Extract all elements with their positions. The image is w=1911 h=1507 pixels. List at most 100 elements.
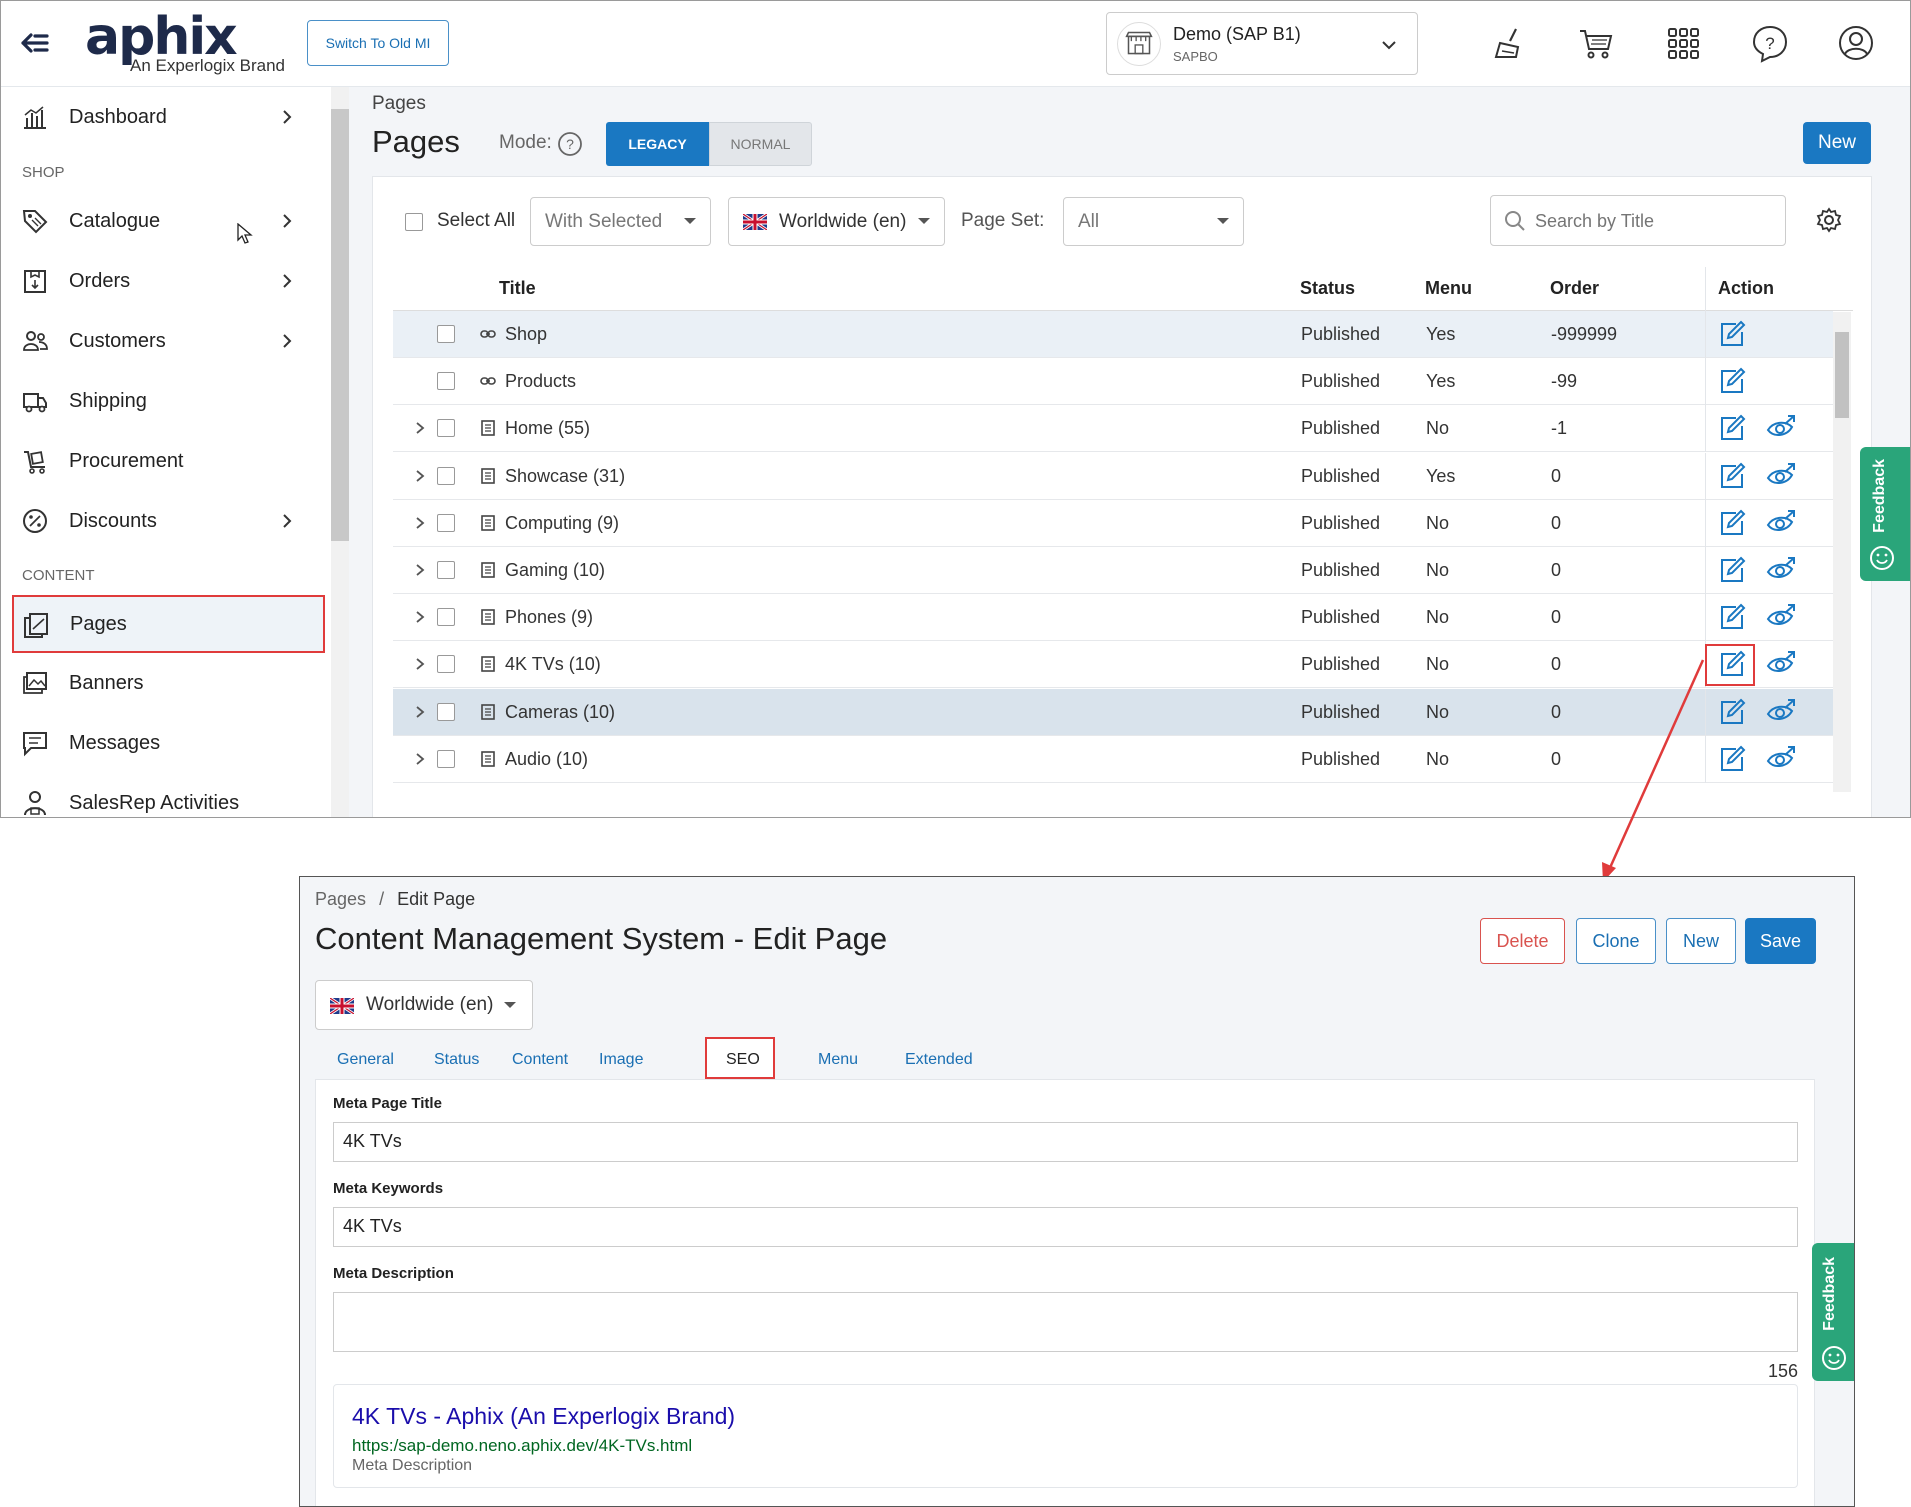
sidebar-item-messages[interactable]: Messages (13, 715, 323, 771)
edit-icon[interactable] (1718, 320, 1746, 348)
mode-normal-toggle[interactable]: NORMAL (709, 122, 812, 166)
chevron-right-icon[interactable] (413, 704, 427, 720)
row-checkbox[interactable] (437, 372, 455, 391)
column-header-status[interactable]: Status (1300, 278, 1355, 299)
region-dropdown[interactable]: Worldwide (en) (728, 197, 945, 246)
with-selected-dropdown[interactable]: With Selected (530, 197, 711, 246)
view-page-icon[interactable] (1766, 556, 1796, 584)
row-title[interactable]: 4K TVs (10) (505, 654, 601, 675)
new-page-button[interactable]: New (1803, 122, 1871, 164)
company-selector[interactable]: Demo (SAP B1) SAPBO (1106, 12, 1418, 75)
edit-icon[interactable] (1718, 462, 1746, 490)
chevron-right-icon[interactable] (413, 751, 427, 767)
meta-description-textarea[interactable] (333, 1292, 1798, 1352)
row-checkbox[interactable] (437, 702, 455, 721)
table-row[interactable]: Showcase (31) Published Yes 0 (393, 452, 1833, 500)
edit-icon[interactable] (1718, 556, 1746, 584)
chevron-right-icon[interactable] (413, 656, 427, 672)
column-header-menu[interactable]: Menu (1425, 278, 1472, 299)
row-title[interactable]: Cameras (10) (505, 702, 615, 723)
sidebar-scrollbar[interactable] (331, 87, 349, 817)
row-checkbox[interactable] (437, 466, 455, 485)
tab-extended[interactable]: Extended (905, 1051, 973, 1069)
tab-general[interactable]: General (337, 1051, 394, 1069)
row-title[interactable]: Showcase (31) (505, 466, 625, 487)
breadcrumb[interactable]: Pages (372, 93, 426, 115)
row-checkbox[interactable] (437, 325, 455, 343)
cart-icon[interactable] (1576, 23, 1616, 63)
row-checkbox[interactable] (437, 655, 455, 674)
select-all-checkbox[interactable] (405, 213, 423, 231)
row-title[interactable]: Phones (9) (505, 607, 593, 628)
chevron-right-icon[interactable] (413, 468, 427, 484)
table-row[interactable]: Audio (10) Published No 0 (393, 735, 1833, 783)
sidebar-item-catalogue[interactable]: Catalogue (13, 193, 323, 249)
row-title[interactable]: Home (55) (505, 418, 590, 439)
view-page-icon[interactable] (1766, 462, 1796, 490)
view-page-icon[interactable] (1766, 698, 1796, 726)
switch-old-mi-button[interactable]: Switch To Old MI (307, 20, 449, 66)
view-page-icon[interactable] (1766, 509, 1796, 537)
gear-icon[interactable] (1815, 206, 1843, 234)
sidebar-item-shipping[interactable]: Shipping (13, 373, 323, 429)
edit-icon[interactable] (1718, 509, 1746, 537)
edit-icon[interactable] (1718, 367, 1746, 395)
table-row[interactable]: Shop Published Yes -999999 (393, 311, 1833, 358)
apps-grid-icon[interactable] (1663, 23, 1703, 63)
table-row[interactable]: Gaming (10) Published No 0 (393, 547, 1833, 594)
region-dropdown[interactable]: Worldwide (en) (315, 980, 533, 1030)
broom-icon[interactable] (1490, 23, 1530, 63)
row-checkbox[interactable] (437, 419, 455, 438)
help-icon[interactable]: ? (1750, 23, 1790, 63)
select-all-label[interactable]: Select All (437, 210, 515, 232)
breadcrumb-root[interactable]: Pages (315, 889, 366, 909)
edit-icon[interactable] (1718, 603, 1746, 631)
row-checkbox[interactable] (437, 513, 455, 532)
tab-content[interactable]: Content (512, 1051, 568, 1069)
row-checkbox[interactable] (437, 608, 455, 627)
page-set-dropdown[interactable]: All (1063, 197, 1244, 246)
edit-icon[interactable] (1718, 698, 1746, 726)
feedback-tab[interactable]: Feedback (1860, 447, 1910, 581)
sidebar-item-banners[interactable]: Banners (13, 655, 323, 711)
table-row[interactable]: Computing (9) Published No 0 (393, 499, 1833, 547)
sidebar-item-pages[interactable]: Pages (12, 595, 325, 653)
clone-button[interactable]: Clone (1576, 918, 1656, 964)
meta-title-input[interactable]: 4K TVs (333, 1122, 1798, 1162)
scrollbar-thumb[interactable] (331, 109, 349, 541)
search-input[interactable] (1535, 206, 1775, 236)
chevron-right-icon[interactable] (413, 515, 427, 531)
new-button[interactable]: New (1666, 918, 1736, 964)
search-box[interactable] (1490, 195, 1786, 246)
column-header-order[interactable]: Order (1550, 278, 1599, 299)
table-scrollbar[interactable] (1833, 312, 1851, 792)
chevron-right-icon[interactable] (413, 562, 427, 578)
tab-menu[interactable]: Menu (818, 1051, 858, 1069)
back-arrow-icon[interactable] (17, 25, 53, 61)
table-row[interactable]: Products Published Yes -99 (393, 358, 1833, 406)
sidebar-item-discounts[interactable]: Discounts (13, 493, 323, 549)
table-row[interactable]: Phones (9) Published No 0 (393, 594, 1833, 642)
sidebar-item-dashboard[interactable]: Dashboard (13, 89, 323, 145)
table-row[interactable]: Cameras (10) Published No 0 (393, 688, 1833, 736)
chevron-right-icon[interactable] (413, 609, 427, 625)
edit-icon[interactable] (1718, 414, 1746, 442)
user-icon[interactable] (1836, 23, 1876, 63)
sidebar-item-salesrep-activities[interactable]: SalesRep Activities (13, 775, 323, 817)
view-page-icon[interactable] (1766, 745, 1796, 773)
column-header-title[interactable]: Title (499, 278, 536, 299)
chevron-right-icon[interactable] (413, 420, 427, 436)
delete-button[interactable]: Delete (1480, 918, 1565, 964)
view-page-icon[interactable] (1766, 603, 1796, 631)
feedback-tab[interactable]: Feedback (1812, 1243, 1854, 1381)
meta-keywords-input[interactable]: 4K TVs (333, 1207, 1798, 1247)
row-title[interactable]: Computing (9) (505, 513, 619, 534)
row-checkbox[interactable] (437, 749, 455, 768)
row-title[interactable]: Shop (505, 324, 547, 345)
view-page-icon[interactable] (1766, 414, 1796, 442)
save-button[interactable]: Save (1745, 918, 1816, 964)
help-circle-icon[interactable]: ? (557, 131, 583, 157)
mode-legacy-toggle[interactable]: LEGACY (606, 122, 709, 166)
row-title[interactable]: Audio (10) (505, 749, 588, 770)
row-title[interactable]: Products (505, 371, 576, 392)
